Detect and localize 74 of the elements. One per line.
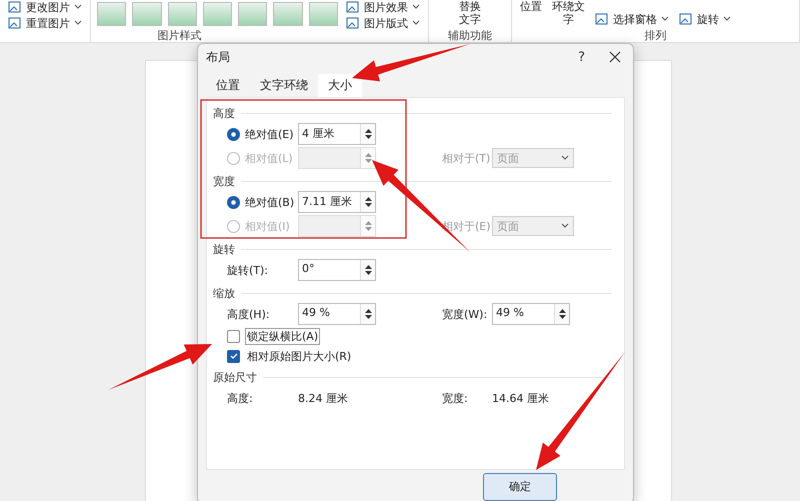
style-thumbnail[interactable] [97,2,126,26]
caret-icon [74,4,82,10]
spin-arrows-icon [364,152,372,164]
spin-button[interactable] [360,304,375,324]
number-field[interactable]: 49 % [298,303,376,325]
caret-icon [412,4,420,10]
dialog-tab[interactable]: 文字环绕 [250,74,318,97]
caret-icon [74,20,82,26]
ribbon-button[interactable]: 更改图片 [6,0,84,14]
ribbon-button[interactable]: 选择窗格 [593,12,671,26]
group-label: 辅助功能 [447,30,493,42]
style-thumbnail[interactable] [238,2,268,26]
field-label: 宽度: [442,390,469,406]
number-field[interactable]: 49 % [492,303,570,325]
picture-icon [346,16,360,30]
checkbox-option[interactable]: 锁定纵横比(A) [213,326,612,346]
caret-icon [412,20,420,26]
style-thumbnail[interactable] [168,2,197,26]
spin-arrows-icon [364,196,372,208]
section-title: 原始尺寸 [213,370,257,384]
field-label: 高度(H): [227,306,271,322]
spin-arrows-icon [364,220,372,232]
picture-icon [8,0,22,14]
dialog-title: 布局 [206,48,231,66]
number-field[interactable] [298,147,376,169]
spin-button[interactable] [360,192,375,212]
picture-icon [8,16,22,30]
number-field[interactable]: 7.11 厘米 [298,191,376,213]
caret-icon [723,16,731,22]
caret-icon [561,155,569,161]
field-label: 相对于(T) [442,150,492,166]
caret-icon [661,16,669,22]
caret-icon [561,223,569,229]
section-title: 宽度 [213,174,235,188]
spin-arrows-icon [558,308,566,320]
group-label: 图片样式 [156,30,202,42]
ribbon-button[interactable]: 环绕文 字 [550,0,587,26]
style-thumbnail[interactable] [132,2,162,26]
style-thumbnail[interactable] [308,2,338,26]
help-button[interactable]: ? [566,50,597,64]
spin-button[interactable] [360,260,375,280]
spin-arrows-icon [364,264,372,276]
style-thumbnail[interactable] [273,2,303,26]
number-field[interactable]: 0° [298,259,376,281]
spin-button[interactable] [360,124,375,144]
field-label: 宽度(W): [442,306,488,322]
checkbox-option[interactable]: 相对原始图片大小(R) [213,346,612,366]
ribbon-button[interactable]: 旋转 [677,12,733,26]
dialog-tab[interactable]: 位置 [206,74,250,97]
number-field[interactable] [298,215,376,237]
spin-button[interactable] [554,304,569,324]
ribbon-button[interactable]: 图片效果 [344,0,422,14]
ribbon-button[interactable]: 替换 文字 [457,0,483,26]
number-field[interactable]: 4 厘米 [298,123,376,145]
checkmark-icon [230,352,238,360]
ribbon-button[interactable]: 重置图片 [6,16,84,30]
group-label: 排列 [644,30,668,42]
field-label: 高度: [227,390,254,406]
size-value: 8.24 厘米 [298,390,349,406]
spin-arrows-icon [364,128,372,140]
section-title: 旋转 [213,242,235,256]
dialog-tab[interactable]: 大小 [318,74,362,97]
section-title: 高度 [213,106,235,120]
radio-option[interactable]: 绝对值(B) [227,194,298,210]
picture-icon [346,0,360,14]
ribbon-button[interactable]: 位置 [518,0,544,13]
size-value: 14.64 厘米 [492,390,550,406]
ok-button[interactable]: 确定 [483,472,557,500]
radio-option[interactable]: 绝对值(E) [227,126,298,142]
section-title: 缩放 [213,286,235,300]
style-thumbnail[interactable] [202,2,232,26]
spin-arrows-icon [364,308,372,320]
field-label: 旋转(T): [227,262,270,278]
ribbon-button[interactable]: 图片版式 [344,16,422,30]
